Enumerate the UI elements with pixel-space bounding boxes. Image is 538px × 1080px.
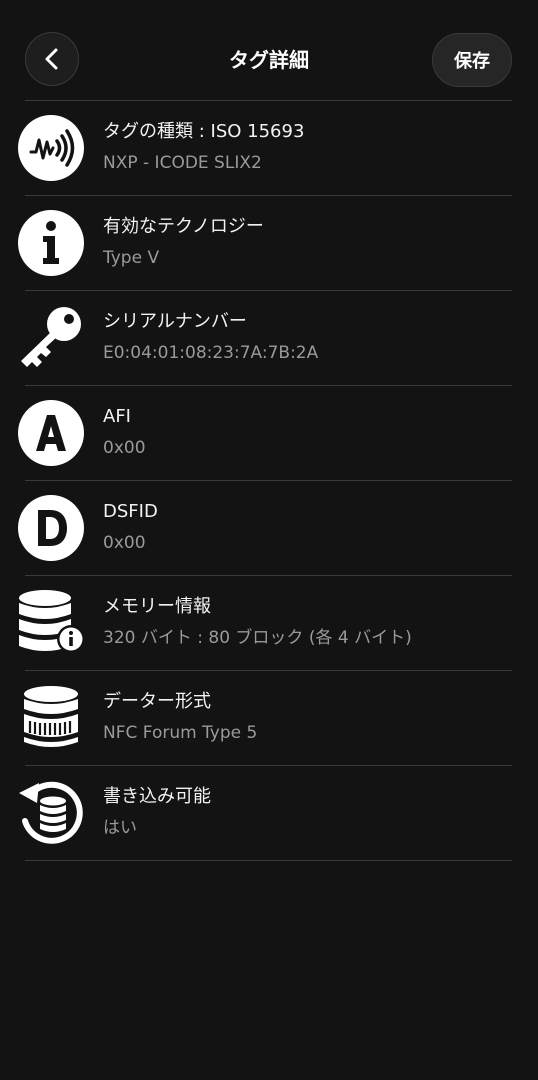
letter-d-icon (17, 494, 85, 562)
info-icon (17, 209, 85, 277)
nfc-wave-icon (17, 114, 85, 182)
list-item-dsfid: DSFID 0x00 (18, 480, 512, 575)
tag-detail-list: タグの種類 : ISO 15693 NXP - ICODE SLIX2 有効なテ… (18, 100, 512, 861)
letter-a-icon (17, 399, 85, 467)
row-label: データー形式 (103, 691, 211, 712)
list-item-memory-info: メモリー情報 320 バイト : 80 ブロック (各 4 バイト) (19, 575, 512, 670)
database-icon (17, 684, 85, 752)
row-value: NFC Forum Type 5 (103, 723, 258, 743)
row-value: 0x00 (103, 533, 146, 553)
row-label: 書き込み可能 (103, 786, 211, 807)
list-item-tag-type: タグの種類 : ISO 15693 NXP - ICODE SLIX2 (18, 100, 512, 195)
row-label: DSFID (103, 501, 158, 522)
row-value: NXP - ICODE SLIX2 (103, 153, 262, 173)
database-info-icon (17, 589, 85, 657)
key-icon (17, 304, 85, 372)
row-value: Type V (103, 248, 160, 268)
row-label: シリアルナンバー (103, 311, 247, 332)
row-label: AFI (103, 406, 131, 427)
list-item-writable: 書き込み可能 はい (19, 765, 512, 861)
header: タグ詳細 保存 (0, 0, 538, 100)
row-value: はい (103, 818, 137, 838)
list-item-afi: AFI 0x00 (18, 385, 512, 480)
row-value: 0x00 (103, 438, 146, 458)
list-item-data-format: データー形式 NFC Forum Type 5 (24, 670, 512, 765)
row-label: タグの種類 : ISO 15693 (103, 121, 305, 142)
database-refresh-icon (17, 779, 85, 847)
list-item-technology: 有効なテクノロジー Type V (18, 195, 512, 290)
list-item-serial-number: シリアルナンバー E0:04:01:08:23:7A:7B:2A (21, 290, 512, 385)
row-value: E0:04:01:08:23:7A:7B:2A (103, 343, 319, 363)
row-label: メモリー情報 (103, 596, 211, 617)
row-label: 有効なテクノロジー (103, 216, 264, 237)
row-value: 320 バイト : 80 ブロック (各 4 バイト) (103, 628, 412, 648)
save-button[interactable]: 保存 (432, 33, 512, 87)
